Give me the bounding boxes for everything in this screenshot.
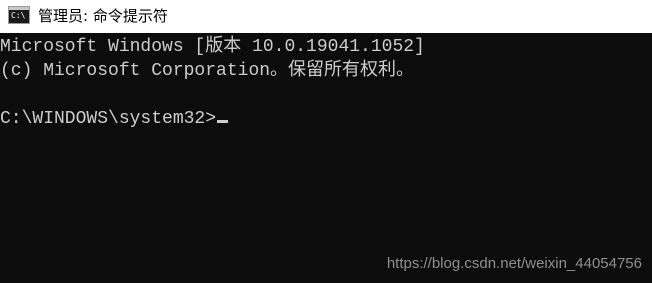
console-output[interactable]: Microsoft Windows [版本 10.0.19041.1052] (… bbox=[0, 33, 652, 283]
command-prompt-window: C:\ 管理员: 命令提示符 Microsoft Windows [版本 10.… bbox=[0, 0, 652, 283]
cmd-icon-titlebar bbox=[9, 7, 29, 10]
cmd-icon-glyph: C:\ bbox=[11, 11, 26, 20]
watermark-url: https://blog.csdn.net/weixin_44054756 bbox=[386, 255, 642, 272]
console-prompt: C:\WINDOWS\system32> bbox=[0, 109, 217, 129]
title-bar[interactable]: C:\ 管理员: 命令提示符 bbox=[0, 0, 652, 33]
console-prompt-line[interactable]: C:\WINDOWS\system32> bbox=[0, 107, 229, 131]
window-title: 管理员: 命令提示符 bbox=[38, 7, 168, 25]
console-line-version: Microsoft Windows [版本 10.0.19041.1052] bbox=[0, 37, 425, 57]
cmd-icon[interactable]: C:\ bbox=[8, 6, 30, 24]
console-line-copyright: (c) Microsoft Corporation。保留所有权利。 bbox=[0, 61, 415, 81]
text-cursor bbox=[217, 120, 229, 123]
